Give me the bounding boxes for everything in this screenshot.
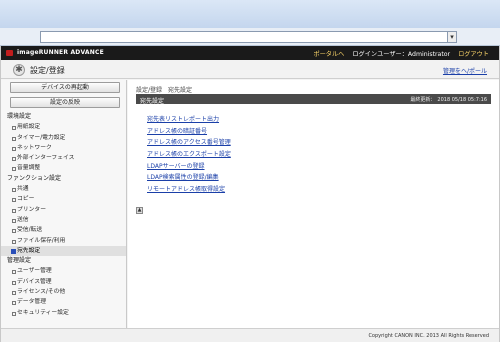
logout-link[interactable]: ログアウト [458,51,489,58]
link-address-book-export[interactable]: アドレス帳のエクスポート設定 [147,149,231,161]
sidebar-item-receive-forward[interactable]: 受信/転送 [1,225,126,235]
link-remote-address-book[interactable]: リモートアドレス帳取得設定 [147,184,231,196]
sidebar-item-user-management[interactable]: ユーザー管理 [1,266,126,276]
sidebar-item-printer[interactable]: プリンター [1,205,126,215]
restart-device-button[interactable]: デバイスの再起動 [10,82,120,93]
sidebar-item-data-management[interactable]: データ管理 [1,297,126,307]
nav-section-title: ファンクション設定 [7,174,62,182]
sidebar-item-security[interactable]: セキュリティー設定 [1,308,126,318]
section-header: 宛先設定 最終更新： 2018 05/18 05:7:16 [136,94,491,105]
breadcrumb-item[interactable]: 設定/登録 [136,87,162,94]
sidebar-item-send[interactable]: 送信 [1,215,126,225]
link-address-book-access-number[interactable]: アドレス帳のアクセス番号管理 [147,137,231,149]
address-input[interactable] [40,31,456,43]
brand-name: imageRUNNER ADVANCE [17,49,104,56]
sidebar-item-timer-power[interactable]: タイマー/電力設定 [1,133,126,143]
last-updated: 最終更新： 2018 05/18 05:7:16 [408,96,487,103]
sidebar-item-network[interactable]: ネットワーク [1,143,126,153]
page-header: ✱ 設定/登録 管理をヘ/ポール [1,60,499,79]
settings-icon: ✱ [13,64,25,76]
nav-section-title: 管理設定 [7,257,32,265]
device-ui-frame: imageRUNNER ADVANCE ポータルへ ログインユーザー：Admin… [0,46,500,342]
sidebar-item-paper[interactable]: 用紙設定 [1,122,126,132]
sidebar-item-device-management[interactable]: デバイス管理 [1,277,126,287]
settings-link-list: 宛先表リストレポート出力 アドレス帳の暗証番号 アドレス帳のアクセス番号管理 ア… [147,114,231,196]
link-address-list-report[interactable]: 宛先表リストレポート出力 [147,114,231,126]
header-links: ポータルへ ログインユーザー：Administrator ログアウト [307,49,489,58]
sidebar-item-destination[interactable]: 宛先設定 [1,245,126,257]
sidebar-item-copy[interactable]: コピー [1,194,126,204]
last-updated-value: 2018 05/18 05:7:16 [437,97,487,103]
sidebar-nav: 環境設定 用紙設定 タイマー/電力設定 ネットワーク 外部インターフェイス 音量… [1,112,126,318]
link-ldap-search-attributes[interactable]: LDAP検索属性の登録/編集 [147,172,231,184]
sidebar-item-common[interactable]: 共通 [1,184,126,194]
breadcrumb: 設定/登録 宛先設定 [136,85,196,94]
copyright: Copyright CANON INC. 2013 All Rights Res… [368,333,489,339]
browser-titlebar [0,0,500,28]
brand-logo [6,50,13,56]
top-header: imageRUNNER ADVANCE ポータルへ ログインユーザー：Admin… [1,46,499,60]
main-content: 設定/登録 宛先設定 宛先設定 最終更新： 2018 05/18 05:7:16 … [128,80,499,328]
link-ldap-server-registration[interactable]: LDAPサーバーの登録 [147,161,231,173]
arrow-up-icon[interactable]: ▲ [136,207,143,214]
browser-address-bar: ▾ [0,28,500,46]
page-title: 設定/登録 [30,66,65,75]
management-link[interactable]: 管理をヘ/ポール [443,66,487,75]
sidebar-item-external-interface[interactable]: 外部インターフェイス [1,153,126,163]
nav-section-title: 環境設定 [7,113,32,120]
sidebar-item-license[interactable]: ライセンス/その他 [1,287,126,297]
sidebar-item-volume[interactable]: 音量調整 [1,163,126,173]
footer: Copyright CANON INC. 2013 All Rights Res… [1,328,499,342]
sidebar-item-file-storage[interactable]: ファイル保存/利用 [1,236,126,246]
login-user: ログインユーザー：Administrator [352,51,451,58]
sidebar: デバイスの再起動 設定の反映 環境設定 用紙設定 タイマー/電力設定 ネットワー… [1,80,127,328]
last-updated-label: 最終更新： [410,97,436,103]
breadcrumb-item: 宛先設定 [167,87,192,94]
section-title: 宛先設定 [140,97,165,105]
link-address-book-pin[interactable]: アドレス帳の暗証番号 [147,126,231,138]
apply-settings-button[interactable]: 設定の反映 [10,97,120,108]
portal-link[interactable]: ポータルへ [313,51,344,58]
chevron-down-icon[interactable]: ▾ [447,31,457,43]
